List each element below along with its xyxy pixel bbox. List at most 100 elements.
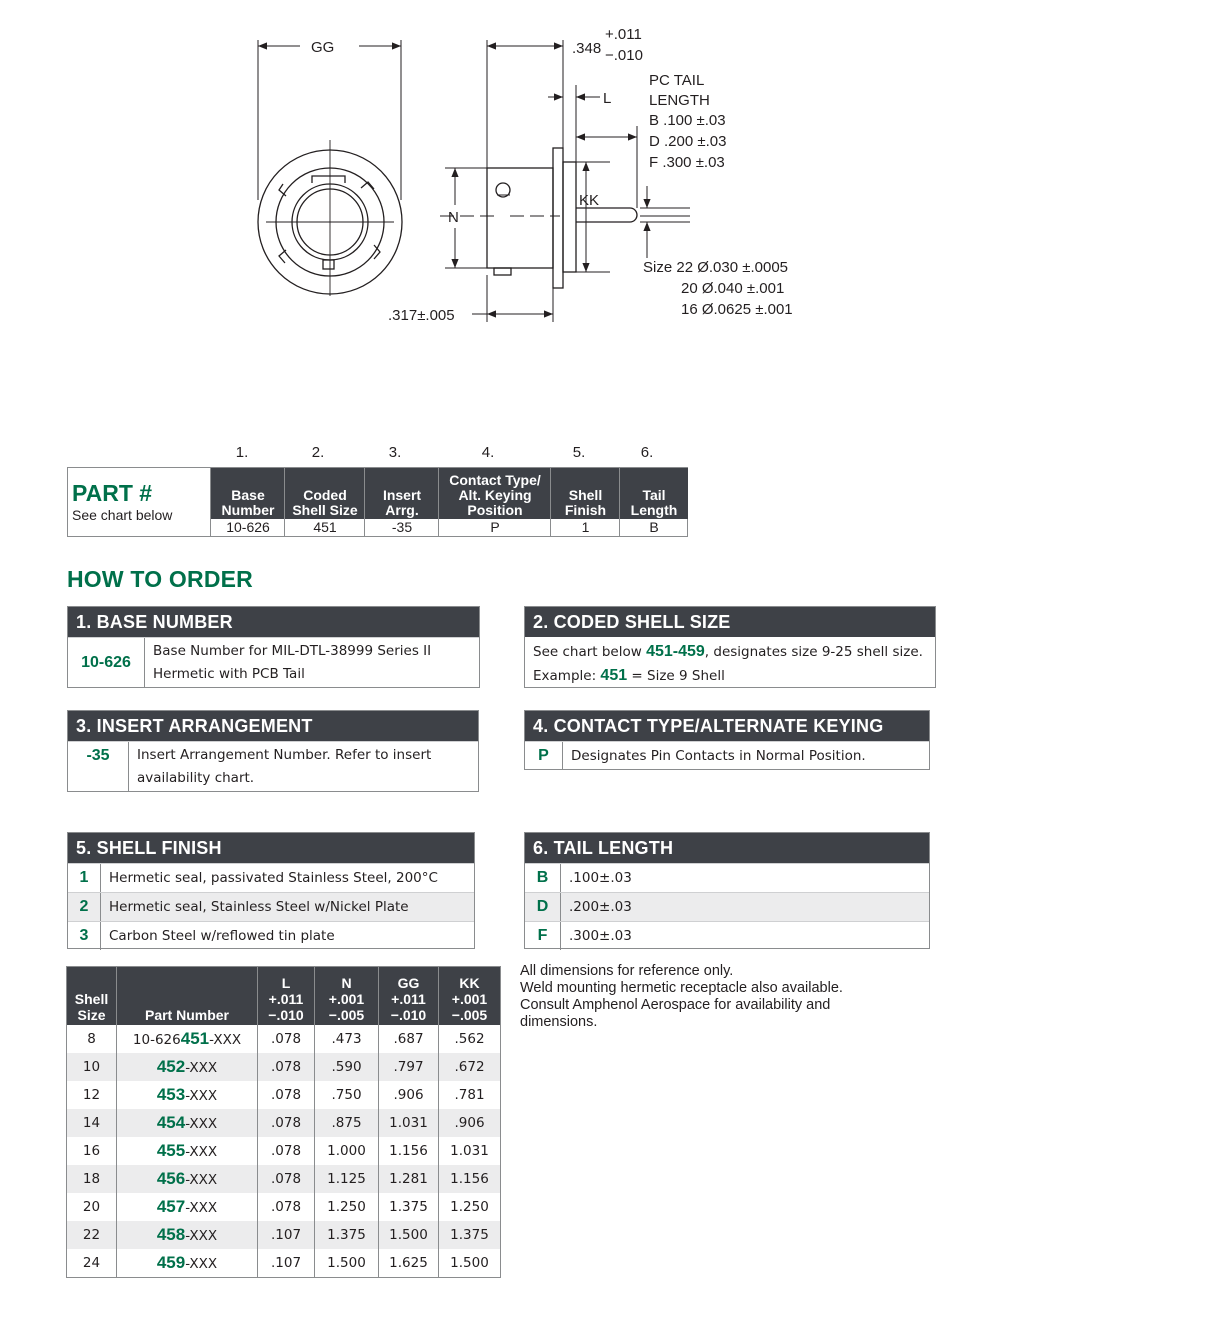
how-to-order-heading: HOW TO ORDER	[67, 566, 253, 592]
pn: 454	[156, 1113, 186, 1132]
kk-label: KK	[579, 192, 599, 209]
table-row: 12 453-XXX .078.750.906.781	[67, 1081, 501, 1109]
tail-f: F .300 ±.03	[649, 154, 725, 171]
cell-l: .107	[257, 1249, 315, 1278]
pn: 458	[156, 1225, 186, 1244]
th: +.001	[451, 991, 488, 1007]
pn: 457	[156, 1197, 186, 1216]
hd: Position	[467, 502, 523, 518]
tail-desc: .200±.03	[569, 898, 632, 915]
cell-kk: .562	[438, 1025, 501, 1053]
cell-gg: 1.625	[378, 1249, 439, 1278]
coded-shell-box: 2. CODED SHELL SIZE See chart below 451-…	[524, 606, 936, 688]
pn: 455	[156, 1141, 186, 1160]
part-value-tail: B	[649, 519, 659, 535]
cell-n: 1.250	[314, 1193, 379, 1221]
col-num-5: 5.	[572, 444, 586, 461]
cell-gg: 1.281	[378, 1165, 439, 1193]
th: Size	[77, 1007, 106, 1023]
table-row: 8 10-626451-XXX .078.473.687.562	[67, 1025, 501, 1053]
cell-shell: 10	[66, 1053, 117, 1081]
th: GG	[397, 975, 420, 991]
dim-317: .317±.005	[388, 307, 455, 324]
hd: Base	[231, 487, 265, 503]
cell-shell: 16	[82, 1143, 101, 1159]
cell-n: .590	[314, 1053, 379, 1081]
size-16: 16 Ø.0625 ±.001	[681, 301, 793, 318]
tail-desc: .300±.03	[569, 927, 632, 944]
cs-l1-pre: See chart below	[533, 644, 647, 660]
cell-gg: 1.375	[378, 1193, 439, 1221]
cell-part: 457-XXX	[116, 1193, 258, 1221]
cell-kk: .781	[438, 1081, 501, 1109]
note-line: Weld mounting hermetic receptacle also a…	[520, 980, 843, 996]
dim-348-tol-plus: +.011	[605, 26, 642, 43]
hd: Number	[221, 502, 275, 518]
finish-desc: Hermetic seal, Stainless Steel w/Nickel …	[109, 898, 409, 915]
part-value-base: 10-626	[226, 519, 270, 535]
part-value-shell: 451	[313, 519, 337, 535]
finish-desc: Carbon Steel w/reflowed tin plate	[109, 927, 335, 944]
table-row: 10 452-XXX .078.590.797.672	[66, 1053, 501, 1081]
th: KK	[459, 975, 480, 991]
cell-gg: .906	[378, 1081, 439, 1109]
pn: 452	[156, 1057, 186, 1076]
cell-gg: .797	[378, 1053, 439, 1081]
cell-shell: 14	[66, 1109, 117, 1137]
col-num-6: 6.	[640, 444, 654, 461]
cell-part: 459-XXX	[116, 1249, 258, 1278]
cell-n: 1.125	[314, 1165, 379, 1193]
col-num-4: 4.	[481, 444, 495, 461]
cell-l: .107	[257, 1221, 315, 1249]
size-22: Size 22 Ø.030 ±.0005	[643, 259, 788, 276]
box-title: 2. CODED SHELL SIZE	[525, 607, 935, 637]
cell-kk: 1.156	[438, 1165, 501, 1193]
n-label: N	[448, 209, 459, 226]
table-row: 16 455-XXX .078 1.000 1.156 1.031	[67, 1137, 501, 1165]
tail-length-box: 6. TAIL LENGTH B .100±.03 D .200±.03 F .300…	[524, 832, 930, 950]
shell-finish-box: 5. SHELL FINISH 1 Hermetic seal, passivat…	[67, 832, 475, 950]
dimensions-table: Shell Size Part Number L +.011 −.010 N +.001…	[66, 966, 501, 1278]
cell-n: 1.000	[314, 1137, 379, 1165]
part-col-finish: Shell Finish 1	[550, 468, 620, 536]
cell-l: .078	[257, 1025, 315, 1053]
insert-code: -35	[68, 742, 129, 792]
table-row: 24 459-XXX .107 1.500 1.625 1.500	[67, 1249, 501, 1278]
col-num-3: 3.	[388, 444, 402, 461]
cell-part: 454-XXX	[116, 1109, 258, 1137]
note-line: dimensions.	[520, 1014, 598, 1030]
note-line: All dimensions for reference only.	[520, 963, 734, 979]
pn: -XXX	[185, 1060, 218, 1076]
tail-desc: .100±.03	[569, 869, 632, 886]
box-title: 1. BASE NUMBER	[68, 607, 479, 637]
cs-l1-code: 451-459	[646, 643, 705, 660]
part-value-contact: P	[490, 519, 500, 535]
insert-desc-2: availability chart.	[137, 770, 255, 786]
note-line: Consult Amphenol Aerospace for availabil…	[520, 997, 831, 1013]
finish-code: 1	[68, 864, 101, 892]
pn: -XXX	[185, 1116, 218, 1132]
pn: 456	[156, 1169, 186, 1188]
hd: Coded	[303, 487, 347, 503]
hd: Contact Type/	[449, 472, 541, 488]
cell-n: .875	[314, 1109, 379, 1137]
th: −.010	[390, 1007, 427, 1023]
cell-n: 1.500	[314, 1249, 379, 1278]
part-title: PART #	[72, 480, 153, 506]
cell-gg: 1.500	[378, 1221, 439, 1249]
pn: -XXX	[185, 1200, 218, 1216]
th-shell: Shell Size	[66, 966, 117, 1025]
finish-code: 2	[68, 893, 101, 921]
pn: -XXX	[185, 1256, 218, 1272]
cell-gg: .687	[378, 1025, 439, 1053]
part-col-base: Base Number 10-626	[210, 468, 285, 536]
base-desc-2: Hermetic with PCB Tail	[153, 666, 305, 682]
cell-shell: 24	[82, 1255, 101, 1271]
tail-code: B	[525, 864, 561, 892]
cs-l2-pre: Example:	[533, 668, 601, 684]
cell-gg: 1.031	[378, 1109, 439, 1137]
cs-l2-code: 451	[600, 667, 628, 684]
gg-label: GG	[311, 39, 334, 56]
hd: Alt. Keying	[458, 487, 532, 503]
cell-part: 458-XXX	[116, 1221, 258, 1249]
